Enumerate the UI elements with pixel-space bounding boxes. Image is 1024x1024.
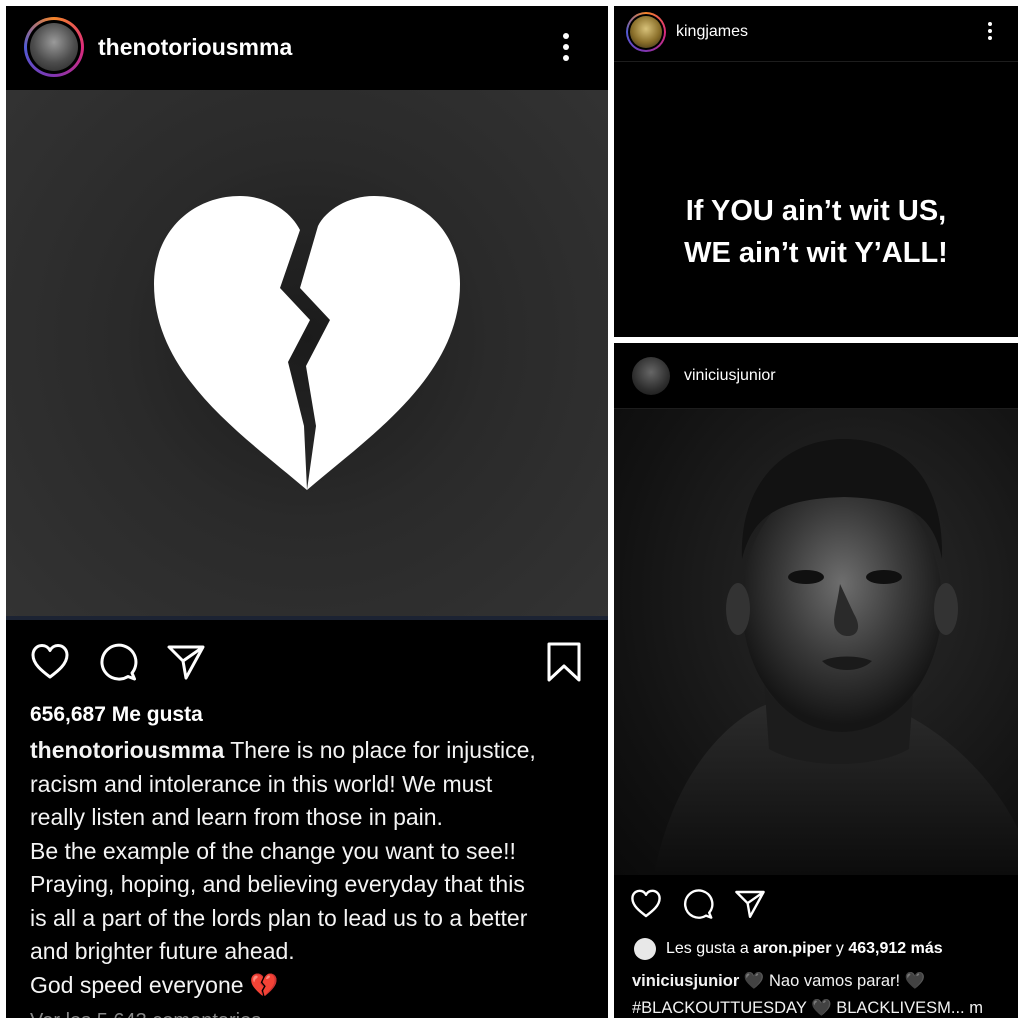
liked-by-line[interactable]: Les gusta a aron.piper y 463,912 más	[634, 938, 943, 960]
slogan-line: WE ain’t wit Y’ALL!	[684, 237, 948, 269]
post-username[interactable]: kingjames	[676, 23, 748, 41]
caption-username[interactable]: thenotoriousmma	[30, 737, 224, 763]
post-header: kingjames	[614, 6, 1018, 62]
broken-heart-icon	[154, 196, 460, 490]
caption-line: is all a part of the lords plan to lead …	[30, 904, 528, 931]
liked-count[interactable]: 463,912 más	[848, 940, 942, 958]
caption-line: and brighter future ahead.	[30, 938, 295, 964]
image-edge-strip	[6, 616, 608, 620]
caption-line: really listen and learn from those in pa…	[30, 804, 443, 830]
comment-icon[interactable]	[682, 888, 714, 920]
caption-line: Be the example of the change you want to…	[30, 837, 516, 864]
caption-line: God speed everyone 💔	[30, 971, 279, 998]
avatar[interactable]	[630, 16, 662, 48]
caption-line: There is no place for injustice,	[230, 737, 536, 763]
share-send-icon[interactable]	[734, 888, 766, 920]
post-thenotoriousmma: thenotoriousmma 656,687 Me gusta thenoto…	[6, 6, 608, 1018]
post-header: thenotoriousmma	[6, 6, 608, 90]
like-heart-icon[interactable]	[630, 888, 662, 920]
post-image-text[interactable]: If YOU ain’t wit US, WE ain’t wit Y’ALL!	[614, 190, 1018, 274]
post-username[interactable]: thenotoriousmma	[98, 34, 292, 61]
avatar[interactable]	[30, 23, 78, 71]
caption-line: 🖤 Nao vamos parar! 🖤	[743, 972, 926, 990]
avatar-story-ring[interactable]	[24, 17, 84, 77]
liker-avatar[interactable]	[634, 938, 656, 960]
action-bar	[30, 642, 234, 682]
more-options-icon[interactable]	[987, 22, 993, 40]
caption-username[interactable]: viniciusjunior	[632, 972, 739, 990]
slogan-line: If YOU ain’t wit US,	[685, 195, 947, 227]
like-count[interactable]: 656,687 Me gusta	[30, 703, 203, 727]
portrait-photo	[654, 439, 1018, 875]
comment-icon[interactable]	[98, 642, 138, 682]
bookmark-icon[interactable]	[546, 642, 582, 682]
avatar-story-ring[interactable]	[626, 12, 666, 52]
caption-line: racism and intolerance in this world! We…	[30, 770, 493, 797]
post-viniciusjunior: viniciusjunior Les gusta a aron.piper y …	[614, 343, 1018, 1018]
post-username[interactable]: viniciusjunior	[684, 367, 776, 385]
liked-prefix: Les gusta a	[666, 940, 749, 957]
post-header: viniciusjunior	[614, 343, 1018, 409]
post-caption: thenotoriousmma There is no place for in…	[30, 734, 600, 1002]
post-image[interactable]	[6, 90, 608, 618]
like-heart-icon[interactable]	[30, 642, 70, 682]
more-options-icon[interactable]	[562, 33, 570, 61]
liked-mid: y	[835, 940, 844, 957]
liked-user[interactable]: aron.piper	[753, 940, 831, 958]
caption-line: Praying, hoping, and believing everyday …	[30, 871, 525, 897]
post-caption: viniciusjunior 🖤 Nao vamos parar! 🖤 #BLA…	[632, 968, 1012, 1018]
action-bar	[630, 888, 786, 920]
avatar[interactable]	[632, 357, 670, 395]
caption-hashtags[interactable]: #BLACKOUTTUESDAY 🖤 BLACKLIVESM... m	[632, 995, 1012, 1018]
post-image[interactable]	[614, 409, 1018, 875]
view-comments-link[interactable]: Ver los 5.643 comentarios	[30, 1010, 261, 1018]
share-send-icon[interactable]	[166, 642, 206, 682]
post-kingjames: kingjames If YOU ain’t wit US, WE ain’t …	[614, 6, 1018, 337]
